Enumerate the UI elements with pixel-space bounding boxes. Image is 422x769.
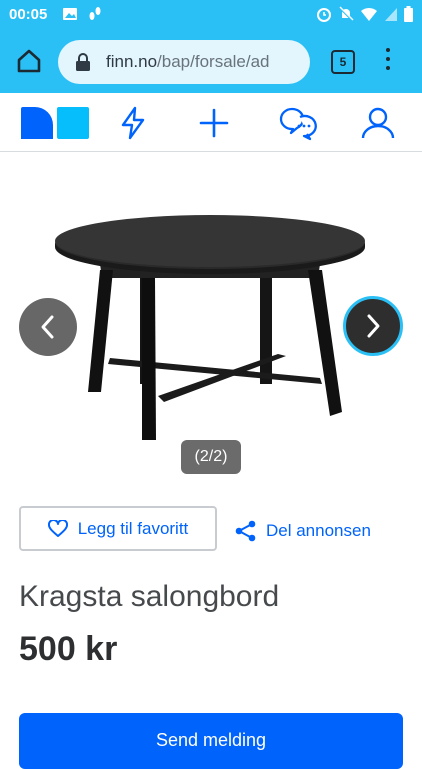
status-notifications bbox=[62, 6, 102, 22]
app-nav bbox=[0, 93, 422, 152]
status-bar: 00:05 bbox=[0, 0, 422, 30]
finn-logo[interactable] bbox=[21, 105, 89, 141]
image-gallery[interactable]: (2/2) bbox=[0, 152, 422, 482]
share-ad-link[interactable]: Del annonsen bbox=[234, 516, 371, 546]
ad-price: 500 kr bbox=[19, 630, 118, 668]
url-path: /bap/forsale/ad bbox=[157, 52, 270, 71]
lock-icon bbox=[76, 53, 90, 71]
product-image bbox=[55, 215, 365, 440]
url-text: finn.no/bap/forsale/ad bbox=[106, 52, 270, 72]
overflow-menu-icon[interactable] bbox=[383, 48, 393, 74]
favorite-label: Legg til favoritt bbox=[77, 518, 189, 538]
image-counter: (2/2) bbox=[181, 440, 241, 474]
battery-icon bbox=[404, 6, 413, 22]
browser-toolbar: finn.no/bap/forsale/ad 5 bbox=[0, 30, 422, 93]
bell-off-icon bbox=[339, 6, 354, 21]
wifi-icon bbox=[361, 7, 377, 21]
share-icon bbox=[235, 520, 256, 542]
lightning-icon[interactable] bbox=[115, 105, 151, 141]
status-time: 00:05 bbox=[9, 6, 48, 23]
status-system-icons bbox=[316, 6, 413, 22]
image-icon bbox=[63, 8, 77, 20]
tab-switcher-button[interactable]: 5 bbox=[331, 50, 355, 74]
plus-icon[interactable] bbox=[196, 105, 232, 141]
previous-image-button[interactable] bbox=[19, 298, 77, 356]
url-domain: finn.no bbox=[106, 52, 158, 71]
home-icon[interactable] bbox=[14, 46, 44, 76]
send-message-button[interactable]: Send melding bbox=[19, 713, 403, 769]
heart-icon bbox=[47, 519, 68, 537]
alarm-icon bbox=[317, 8, 331, 22]
chevron-right-icon bbox=[367, 314, 380, 338]
share-label: Del annonsen bbox=[266, 521, 371, 540]
chat-icon[interactable] bbox=[278, 105, 318, 141]
add-favorite-button[interactable]: Legg til favoritt bbox=[19, 506, 217, 551]
ad-title: Kragsta salongbord bbox=[19, 580, 280, 613]
chevron-left-icon bbox=[41, 315, 54, 339]
next-image-button[interactable] bbox=[343, 296, 403, 356]
signal-icon bbox=[385, 8, 397, 21]
url-bar[interactable]: finn.no/bap/forsale/ad bbox=[58, 40, 310, 84]
user-icon[interactable] bbox=[360, 105, 396, 141]
footprints-icon bbox=[89, 7, 101, 20]
